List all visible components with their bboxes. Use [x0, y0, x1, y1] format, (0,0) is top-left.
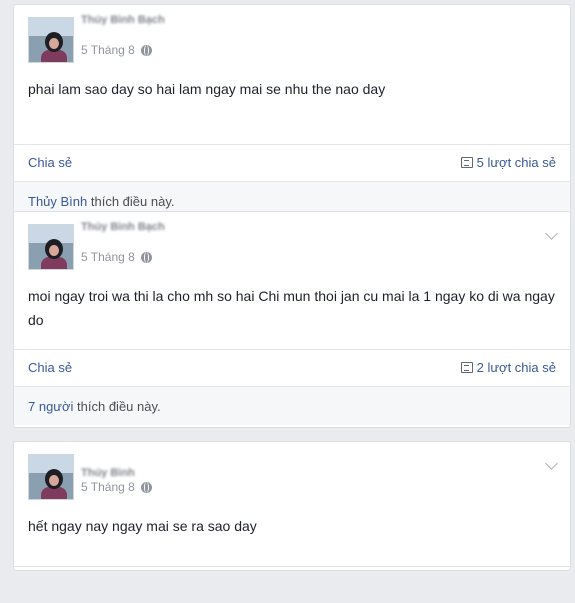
- share-count-link[interactable]: 5 lượt chia sẻ: [460, 155, 556, 170]
- share-count-link[interactable]: 2 lượt chia sẻ: [460, 360, 556, 375]
- post-date[interactable]: 5 Tháng 8: [81, 480, 135, 494]
- post-date[interactable]: 5 Tháng 8: [81, 250, 135, 264]
- globe-icon: [140, 44, 152, 56]
- feed-post: Thủy Bình 5 Tháng 8 hết ngay nay ngay ma…: [13, 441, 571, 571]
- globe-icon: [140, 251, 152, 263]
- avatar[interactable]: [28, 17, 74, 63]
- chevron-down-icon[interactable]: [545, 457, 558, 470]
- likes-summary: 7 người thích điều này.: [28, 399, 161, 414]
- feed-post: Thủy Bình Bạch 5 Tháng 8 moi ngay troi w…: [13, 211, 571, 428]
- author-name[interactable]: Thủy Bình: [81, 468, 141, 478]
- post-text: hết ngay nay ngay mai se ra sao day: [28, 518, 257, 534]
- share-count-label: 5 lượt chia sẻ: [476, 155, 556, 170]
- post-text: phai lam sao day so hai lam ngay mai se …: [28, 81, 386, 97]
- likes-summary: Thủy Bình thích điều này.: [28, 194, 174, 209]
- likes-suffix: thích điều này.: [73, 399, 161, 414]
- post-text: moi ngay troi wa thi la cho mh so hai Ch…: [28, 288, 555, 328]
- post-date[interactable]: 5 Tháng 8: [81, 43, 135, 57]
- feed-post: Thủy Bình Bạch 5 Tháng 8 phai lam sao da…: [13, 4, 571, 220]
- author-name[interactable]: Thủy Bình Bạch: [81, 15, 211, 25]
- liker-link[interactable]: 7 người: [28, 399, 73, 414]
- share-button[interactable]: Chia sẻ: [28, 360, 72, 375]
- share-count-label: 2 lượt chia sẻ: [476, 360, 556, 375]
- share-button[interactable]: Chia sẻ: [28, 155, 72, 170]
- globe-icon: [140, 481, 152, 493]
- chevron-down-icon[interactable]: [545, 227, 558, 240]
- share-row: [14, 566, 570, 603]
- avatar[interactable]: [28, 224, 74, 270]
- share-icon: [460, 362, 473, 373]
- likes-suffix: thích điều này.: [87, 194, 175, 209]
- author-name[interactable]: Thủy Bình Bạch: [81, 222, 211, 232]
- liker-link[interactable]: Thủy Bình: [28, 194, 87, 209]
- avatar[interactable]: [28, 454, 74, 500]
- share-icon: [460, 157, 473, 168]
